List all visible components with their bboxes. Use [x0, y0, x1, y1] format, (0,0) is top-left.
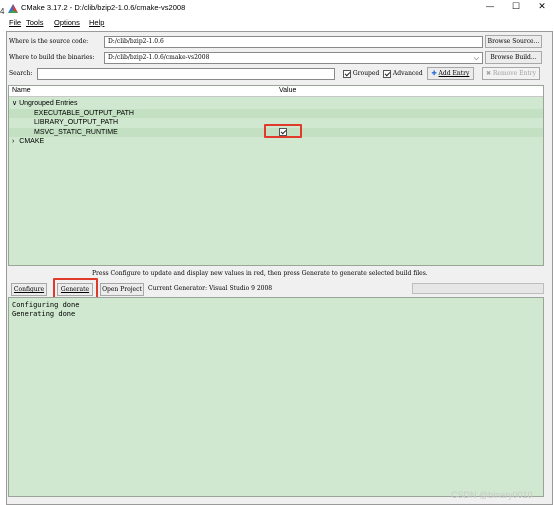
- binaries-path-input[interactable]: D:/clib/bzip2-1.0.6/cmake-vs2008 ⌵: [104, 52, 483, 64]
- watermark: CSDN @binary0010: [451, 490, 533, 500]
- maximize-button[interactable]: ☐: [508, 1, 524, 12]
- group-cmake-label: CMAKE: [19, 138, 45, 145]
- menu-tools[interactable]: Tools: [26, 18, 44, 27]
- browse-source-button[interactable]: Browse Source...: [485, 35, 542, 48]
- search-input[interactable]: [37, 68, 335, 80]
- status-message: Press Configure to update and display ne…: [92, 270, 428, 277]
- binaries-path-value: D:/clib/bzip2-1.0.6/cmake-vs2008: [108, 54, 210, 61]
- group-cmake[interactable]: › CMAKE: [12, 137, 44, 147]
- chevron-down-icon[interactable]: ⌵: [474, 53, 479, 63]
- browse-build-button[interactable]: Browse Build...: [485, 51, 542, 64]
- table-row[interactable]: EXECUTABLE_OUTPUT_PATH: [9, 108, 543, 118]
- entry-name: LIBRARY_OUTPUT_PATH: [34, 119, 119, 126]
- output-line: Configuring done: [12, 301, 80, 309]
- advanced-checkbox[interactable]: [383, 69, 391, 78]
- source-label: Where is the source code:: [9, 38, 89, 45]
- binaries-label: Where to build the binaries:: [9, 54, 95, 61]
- minimize-button[interactable]: —: [482, 2, 498, 11]
- grouped-toggle[interactable]: Grouped: [343, 68, 379, 80]
- add-entry-button[interactable]: ✚ Add Entry: [427, 67, 474, 80]
- highlight-box: [53, 278, 98, 299]
- source-path-input[interactable]: D:/clib/bzip2-1.0.6: [104, 36, 483, 48]
- menu-file[interactable]: File: [9, 18, 21, 27]
- remove-entry-label: Remove Entry: [492, 70, 537, 77]
- progress-bar: [412, 283, 544, 294]
- group-ungrouped-label: Ungrouped Entries: [19, 100, 78, 107]
- grouped-checkbox[interactable]: [343, 69, 351, 78]
- column-header-value[interactable]: Value: [279, 87, 296, 94]
- cache-table[interactable]: Name Value ∨ Ungrouped Entries EXECUTABL…: [8, 85, 544, 266]
- group-ungrouped-entries[interactable]: ∨ Ungrouped Entries: [12, 99, 77, 109]
- cmake-logo-icon: [8, 4, 18, 13]
- collapsed-chevron-icon[interactable]: ›: [12, 138, 14, 145]
- expanded-chevron-icon[interactable]: ∨: [12, 100, 17, 107]
- browse-build-label: Browse Build...: [490, 54, 537, 61]
- table-header: Name Value: [9, 86, 543, 97]
- menu-options[interactable]: Options: [54, 18, 80, 27]
- entry-name: MSVC_STATIC_RUNTIME: [34, 128, 118, 136]
- highlight-box: [264, 124, 302, 138]
- menu-help[interactable]: Help: [89, 18, 104, 27]
- entry-name: EXECUTABLE_OUTPUT_PATH: [34, 109, 134, 117]
- browse-source-label: Browse Source...: [487, 38, 540, 45]
- advanced-label: Advanced: [392, 70, 423, 77]
- configure-button[interactable]: Configure: [11, 283, 47, 296]
- search-label: Search:: [9, 70, 33, 77]
- add-entry-icon: ✚: [431, 70, 437, 77]
- window-title: CMake 3.17.2 - D:/clib/bzip2-1.0.6/cmake…: [21, 3, 186, 12]
- output-log[interactable]: Configuring done Generating done: [8, 297, 544, 497]
- title-bar: CMake 3.17.2 - D:/clib/bzip2-1.0.6/cmake…: [6, 0, 554, 17]
- close-button[interactable]: ✕: [534, 1, 550, 12]
- open-project-label: Open Project: [102, 286, 142, 293]
- configure-label: Configure: [13, 286, 45, 293]
- advanced-toggle[interactable]: Advanced: [383, 68, 423, 80]
- remove-entry-icon: ✖: [485, 70, 491, 77]
- column-header-name[interactable]: Name: [12, 87, 31, 94]
- remove-entry-button[interactable]: ✖ Remove Entry: [482, 67, 540, 80]
- grouped-label: Grouped: [352, 70, 380, 77]
- add-entry-label: Add Entry: [438, 70, 470, 77]
- current-generator: Current Generator: Visual Studio 9 2008: [148, 285, 273, 292]
- output-line: Generating done: [12, 309, 76, 318]
- window-edge-glyph: 4: [0, 7, 5, 16]
- open-project-button[interactable]: Open Project: [100, 283, 144, 296]
